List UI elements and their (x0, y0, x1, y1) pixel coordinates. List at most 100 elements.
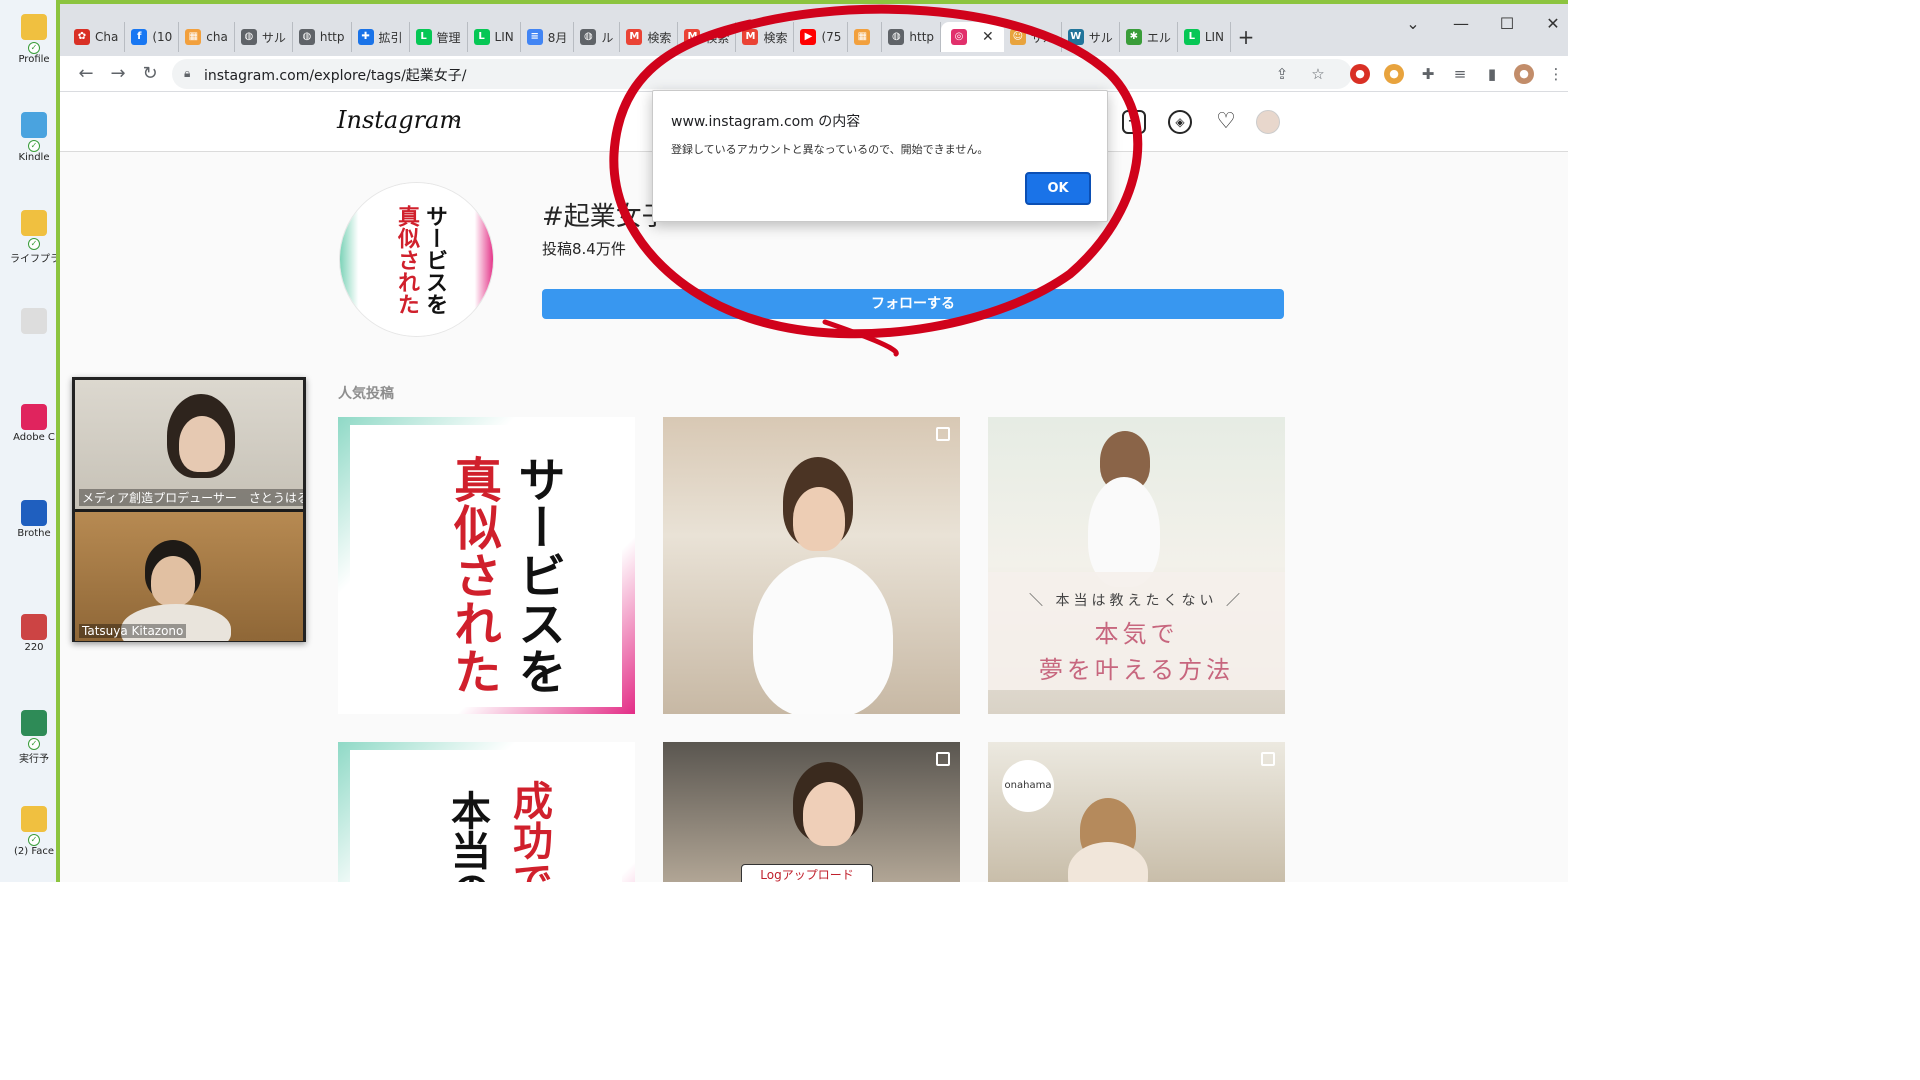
browser-tab[interactable]: ✱ エル (1120, 22, 1178, 52)
share-icon[interactable]: ⇪ (1272, 64, 1292, 84)
desktop-icon-lifeplan[interactable]: ✓ ライフプラン成 調査 (10, 210, 58, 265)
browser-tab[interactable]: ▦ cha (179, 22, 235, 52)
browser-tab[interactable]: ✿ Cha (68, 22, 126, 52)
browser-tab-active[interactable]: ◎ ✕ (941, 22, 1004, 52)
post-count: 投稿8.4万件 (542, 240, 626, 258)
folder-icon (21, 210, 47, 236)
post-text-right: 成功で (506, 780, 552, 882)
document-icon (21, 614, 47, 640)
desktop-icon-adobe[interactable]: Adobe C (10, 404, 58, 443)
side-panel-icon[interactable]: ▮ (1482, 64, 1502, 84)
tab-label: 拡引 (378, 30, 403, 45)
post-tile[interactable]: サービスを 真似された (338, 417, 635, 714)
video-call-panel[interactable]: メディア創造プロデューサー さとうはるよ Tatsuya Kitazono (72, 377, 306, 642)
explore-compass-icon[interactable]: ◈ (1168, 110, 1192, 134)
minimize-button[interactable]: — (1438, 14, 1484, 33)
back-button[interactable]: ← (72, 60, 100, 88)
sync-check-icon: ✓ (28, 42, 40, 54)
bookmark-star-icon[interactable]: ☆ (1308, 64, 1328, 84)
hashtag-avatar: サービスを 真似された (339, 182, 494, 337)
follow-button[interactable]: フォローする (542, 289, 1284, 319)
adobe-icon (21, 404, 47, 430)
extension-monkey-icon[interactable]: ● (1384, 64, 1404, 84)
bug-icon: ✱ (1125, 29, 1142, 45)
participant-tile[interactable]: メディア創造プロデューサー さとうはるよ (75, 380, 303, 509)
browser-tab[interactable]: f (10 (125, 22, 180, 52)
grid-icon: ▦ (185, 29, 202, 45)
maximize-button[interactable]: ☐ (1484, 14, 1530, 33)
browser-tab[interactable]: ✚ 拡引 (352, 22, 410, 52)
post-tile[interactable]: onahama (988, 742, 1285, 882)
browser-tab[interactable]: ◍ http (882, 22, 942, 52)
instagram-logo[interactable]: Instagram (337, 106, 462, 134)
browser-toolbar: ← → ↻ 🔒︎ instagram.com/explore/tags/起業女子… (60, 56, 1568, 92)
browser-tab[interactable]: ☺ サル (1004, 22, 1062, 52)
docs-icon: ≡ (526, 29, 543, 45)
participant-tile[interactable]: Tatsuya Kitazono (75, 512, 303, 641)
gmail-icon: M (626, 29, 643, 45)
desktop-icon-schedule[interactable]: ✓ 実行予 (10, 710, 58, 765)
participant-name: メディア創造プロデューサー さとうはるよ (79, 489, 303, 506)
new-post-icon[interactable]: + (1122, 110, 1146, 134)
browser-tab[interactable]: ≡ 8月 (521, 22, 575, 52)
browser-tab[interactable]: ◍ サル (235, 22, 293, 52)
browser-tab[interactable]: W サル (1062, 22, 1120, 52)
tab-label: http (909, 30, 935, 44)
sync-check-icon: ✓ (28, 738, 40, 750)
monkey-icon: ☺ (1009, 29, 1026, 45)
browser-tab[interactable]: ▦ (848, 22, 883, 52)
post-tile[interactable]: ＼ 本当は教えたくない ／ 本気で 夢を叶える方法 (988, 417, 1285, 714)
browser-tab[interactable]: M 検索 (678, 22, 737, 52)
desktop-icon-220[interactable]: 220 (10, 614, 58, 653)
multiple-images-icon (936, 427, 950, 441)
extension-red-icon[interactable]: ● (1350, 64, 1370, 84)
browser-tab[interactable]: M 検索 (620, 22, 679, 52)
tab-label: LIN (1204, 30, 1225, 44)
ok-button[interactable]: OK (1025, 172, 1091, 205)
globe-icon: ◍ (298, 29, 315, 45)
tab-search-icon[interactable]: ⌄ (1390, 14, 1436, 33)
post-label: Logアップロード (741, 864, 873, 882)
desktop-icon-profile[interactable]: ✓ Profile (10, 14, 58, 65)
browser-tab[interactable]: L LIN (468, 22, 521, 52)
extensions-puzzle-icon[interactable]: ✚ (1418, 64, 1438, 84)
reading-list-icon[interactable]: ≡ (1450, 64, 1470, 84)
menu-kebab-icon[interactable]: ⋮ (1546, 64, 1566, 84)
post-text-left: 本当の (444, 790, 490, 882)
gmail-icon: M (742, 29, 759, 45)
new-tab-button[interactable]: + (1231, 22, 1261, 56)
browser-tab[interactable]: ◍ ル (574, 22, 621, 52)
file-icon (21, 308, 47, 334)
close-window-button[interactable]: ✕ (1530, 14, 1568, 33)
chevron-down-icon[interactable]: ⌄ (450, 110, 462, 126)
dialog-title: www.instagram.com の内容 (671, 114, 861, 130)
desktop-icon-kindle[interactable]: ✓ Kindle (10, 112, 58, 163)
post-tile[interactable] (663, 417, 960, 714)
browser-tab[interactable]: ▶ (75 (794, 22, 849, 52)
facebook-icon: f (131, 29, 148, 45)
reload-button[interactable]: ↻ (136, 60, 164, 88)
gmail-icon: M (684, 29, 701, 45)
desktop-icon-file[interactable] (10, 308, 58, 336)
forward-button[interactable]: → (104, 60, 132, 88)
browser-tab[interactable]: L LIN (1178, 22, 1232, 52)
tab-label: サル (1030, 30, 1055, 45)
address-bar[interactable]: 🔒︎ instagram.com/explore/tags/起業女子/ ⇪ ☆ (172, 59, 1352, 89)
post-tile[interactable]: Logアップロード (663, 742, 960, 882)
close-tab-icon[interactable]: ✕ (982, 29, 994, 45)
desktop-icon-brother[interactable]: Brothe (10, 500, 58, 539)
desktop-icon-facebook[interactable]: ✓ (2) Face (10, 806, 58, 857)
tab-label: (10 (152, 30, 173, 44)
tab-label: http (319, 30, 345, 44)
profile-avatar-icon[interactable]: ● (1514, 64, 1534, 84)
browser-tab[interactable]: M 検索 (736, 22, 795, 52)
browser-tab[interactable]: L 管理 (410, 22, 468, 52)
profile-avatar[interactable] (1256, 110, 1280, 134)
flower-icon: ✿ (74, 29, 90, 45)
tab-label: ル (601, 30, 614, 45)
globe-icon: ◍ (240, 29, 257, 45)
browser-tab[interactable]: ◍ http (293, 22, 352, 52)
post-tile[interactable]: 成功で 本当の (338, 742, 635, 882)
tab-label: cha (206, 30, 228, 44)
heart-icon[interactable]: ♡ (1214, 110, 1238, 134)
